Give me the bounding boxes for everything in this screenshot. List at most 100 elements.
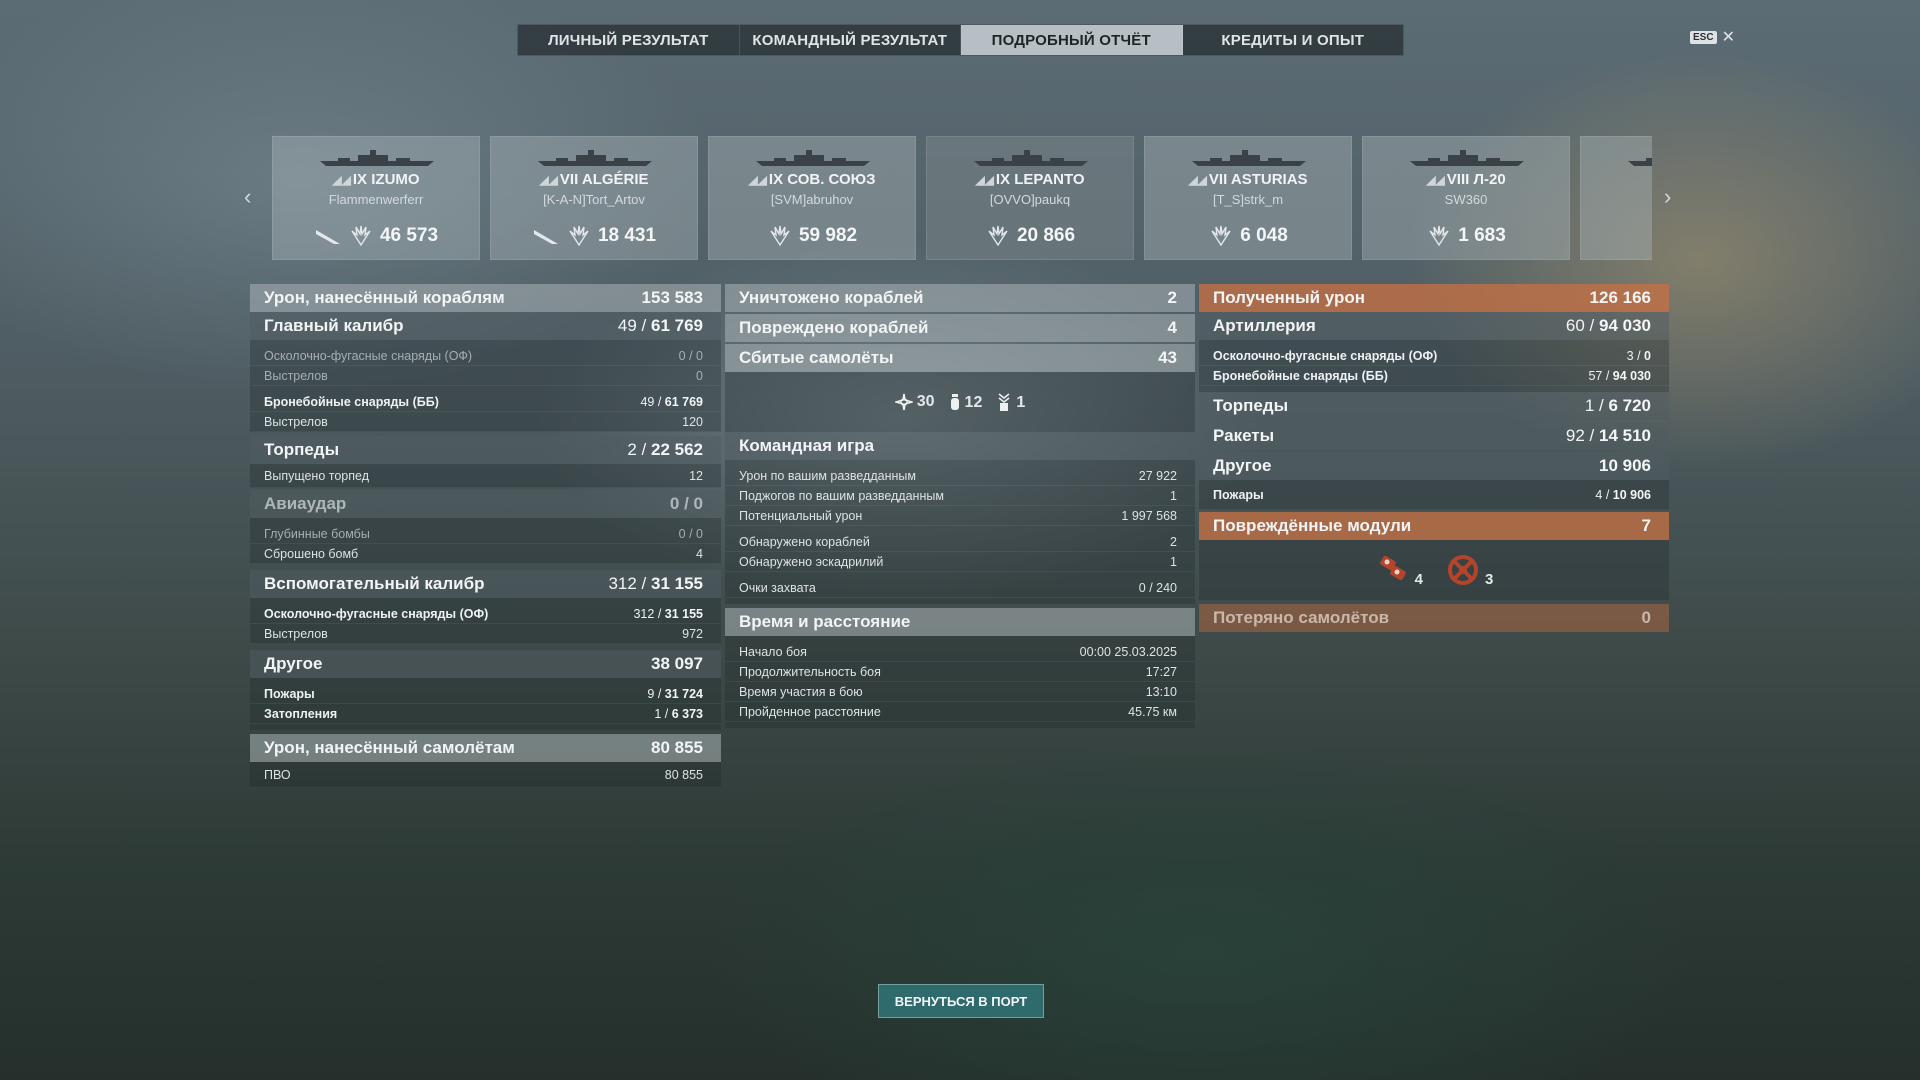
secondary-shots-row: Выстрелов 972: [250, 624, 721, 644]
submarine-damage-icon: [315, 230, 340, 244]
damage-to-ships-header: Урон, нанесённый кораблям 153 583: [250, 284, 721, 312]
damage-value: 1 683: [1458, 225, 1506, 246]
ship-damage: 20 866: [927, 225, 1133, 247]
damaged-modules-header: Повреждённые модули 7: [1199, 512, 1669, 540]
ships-damaged-header: Повреждено кораблей 4: [725, 314, 1195, 342]
ship-name: ◢◢ VIII Л-20: [1363, 171, 1569, 188]
airstrike-header: Авиаудар 0 / 0: [250, 490, 721, 518]
player-name: SW360: [1444, 192, 1488, 207]
secondary-he-row: Осколочно-фугасные снаряды (ОФ) 312 / 31 …: [250, 604, 721, 624]
damage-icon: [1211, 225, 1231, 247]
ship-class-icon: ◢◢: [539, 173, 558, 187]
damage-received-panel: Полученный урон 126 166 Артиллерия 60 / 94…: [1199, 284, 1669, 632]
ship-silhouette-icon: [1628, 158, 1652, 166]
ship-card[interactable]: ◢◢ IX IZUMO Flammenwerferr 46 573: [272, 136, 480, 260]
fighter-plane-count: 30: [894, 393, 935, 411]
damage-icon: [569, 225, 589, 247]
fighter-icon: [894, 393, 913, 411]
stat-row: Обнаружено кораблей 2: [725, 532, 1195, 552]
ship-name: ◢◢: [1581, 171, 1652, 188]
tab-bar: ЛИЧНЫЙ РЕЗУЛЬТАТ КОМАНДНЫЙ РЕЗУЛЬТАТ ПОД…: [517, 24, 1404, 56]
main-caliber-header: Главный калибр 49 / 61 769: [250, 312, 721, 340]
flooding-row: Затопления 1 / 6 373: [250, 704, 721, 724]
damage-value: 46 573: [379, 225, 439, 246]
ship-damage: 46 573: [273, 225, 479, 247]
damage-icon: [988, 225, 1008, 247]
stat-row: Время участия в бою 13:10: [725, 682, 1195, 702]
return-to-port-button[interactable]: ВЕРНУТЬСЯ В ПОРТ: [878, 984, 1044, 1018]
ship-class-icon: ◢◢: [332, 173, 351, 187]
fires-row: Пожары 9 / 31 724: [250, 684, 721, 704]
ships-destroyed-header: Уничтожено кораблей 2: [725, 284, 1195, 312]
ship-tier: VII: [1208, 171, 1228, 188]
ap-shots-row: Выстрелов 120: [250, 412, 721, 432]
player-name: [K: [1581, 192, 1652, 207]
stat-row: Потенциальный урон 1 997 568: [725, 506, 1195, 526]
tab-personal-result[interactable]: ЛИЧНЫЙ РЕЗУЛЬТАТ: [518, 25, 740, 55]
stat-row: Обнаружено эскадрилий 1: [725, 552, 1195, 572]
tab-team-result[interactable]: КОМАНДНЫЙ РЕЗУЛЬТАТ: [740, 25, 961, 55]
time-distance-list: Начало боя 00:00 25.03.2025 Продолжительно…: [725, 636, 1195, 728]
damage-value: 6 048: [1240, 225, 1288, 246]
engine-module-icon: [1379, 555, 1406, 581]
ship-card[interactable]: ◢◢ VII ALGÉRIE [K-A-N]Tort_Artov 18 431: [490, 136, 698, 260]
aa-row: ПВО 80 855: [250, 762, 721, 788]
ap-shells-row: Бронебойные снаряды (ББ) 49 / 61 769: [250, 392, 721, 412]
ship-damage: 6 048: [1145, 225, 1351, 247]
ship-damage: 18 431: [491, 225, 697, 247]
artillery-header: Артиллерия 60 / 94 030: [1199, 312, 1669, 340]
rocket-plane-icon: [998, 393, 1010, 411]
ship-title: ALGÉRIE: [581, 171, 649, 188]
close-button[interactable]: ESC ✕: [1690, 27, 1735, 47]
damage-value: 20 866: [1016, 225, 1076, 246]
ship-card[interactable]: ◢◢ IX СОВ. СОЮЗ [SVM]abruhov 59 982: [708, 136, 916, 260]
chevron-right-icon[interactable]: ›: [1664, 184, 1671, 210]
stat-row: Урон по вашим разведданным 27 922: [725, 466, 1195, 486]
player-name: [K-A-N]Tort_Artov: [543, 192, 645, 207]
depth-charges-row: Глубинные бомбы 0 / 0: [250, 524, 721, 544]
ship-title: LEPANTO: [1014, 171, 1085, 188]
ship-tier: VIII: [1446, 171, 1470, 188]
player-name: [SVM]abruhov: [770, 192, 854, 207]
ship-silhouette-icon: [538, 150, 652, 166]
bomb-icon: [950, 394, 959, 410]
player-name: [OVVO]paukq: [989, 192, 1071, 207]
damage-icon: [351, 225, 371, 247]
damage-value: 18 431: [597, 225, 657, 246]
ship-damage: 1 683: [1363, 225, 1569, 247]
damage-to-planes-header: Урон, нанесённый самолётам 80 855: [250, 734, 721, 762]
ship-class-icon: ◢◢: [975, 173, 994, 187]
ship-carousel: ◢◢ IX IZUMO Flammenwerferr 46 573 ◢◢ VII ALGÉ…: [272, 136, 1652, 260]
torpedoes-fired-row: Выпущено торпед 12: [250, 464, 721, 488]
received-ap-row: Бронебойные снаряды (ББ) 57 / 94 030: [1199, 366, 1669, 386]
ship-tier: IX: [352, 171, 368, 188]
teamwork-header: Командная игра: [725, 432, 1195, 460]
tab-detailed-report[interactable]: ПОДРОБНЫЙ ОТЧЁТ: [961, 25, 1183, 55]
torpedoes-header: Торпеды 2 / 22 562: [250, 436, 721, 464]
damage-icon: [1429, 225, 1449, 247]
ship-card[interactable]: ◢◢ [K: [1580, 136, 1652, 260]
stat-row: Начало боя 00:00 25.03.2025: [725, 642, 1195, 662]
steering-module-icon: [1448, 555, 1478, 585]
combat-summary-panel: Уничтожено кораблей 2 Повреждено кораблей…: [725, 284, 1195, 728]
ship-name: ◢◢ IX IZUMO: [273, 171, 479, 188]
ship-title: Л-20: [1473, 171, 1506, 188]
bombs-dropped-row: Сброшено бомб 4: [250, 544, 721, 564]
chevron-left-icon[interactable]: ‹: [244, 184, 251, 210]
ship-class-icon: ◢◢: [1188, 173, 1207, 187]
damage-dealt-panel: Урон, нанесённый кораблям 153 583 Главный…: [250, 284, 721, 788]
stat-row: Поджогов по вашим разведданным 1: [725, 486, 1195, 506]
planes-shot-down-header: Сбитые самолёты 43: [725, 344, 1195, 372]
ship-card[interactable]: ◢◢ VII ASTURIAS [T_S]strk_m 6 048: [1144, 136, 1352, 260]
submarine-damage-icon: [533, 230, 558, 244]
ship-card[interactable]: ◢◢ IX LEPANTO [OVVO]paukq 20 866: [926, 136, 1134, 260]
ship-damage: 59 982: [709, 225, 915, 247]
damaged-steering-count: 3: [1445, 552, 1493, 588]
secondary-battery-header: Вспомогательный калибр 312 / 31 155: [250, 570, 721, 598]
ship-silhouette-icon: [756, 150, 870, 166]
other-damage-header: Другое 38 097: [250, 650, 721, 678]
ship-silhouette-icon: [1192, 150, 1306, 166]
ship-card[interactable]: ◢◢ VIII Л-20 SW360 1 683: [1362, 136, 1570, 260]
ship-silhouette-icon: [974, 150, 1088, 166]
tab-credits-xp[interactable]: КРЕДИТЫ И ОПЫТ: [1183, 25, 1404, 55]
